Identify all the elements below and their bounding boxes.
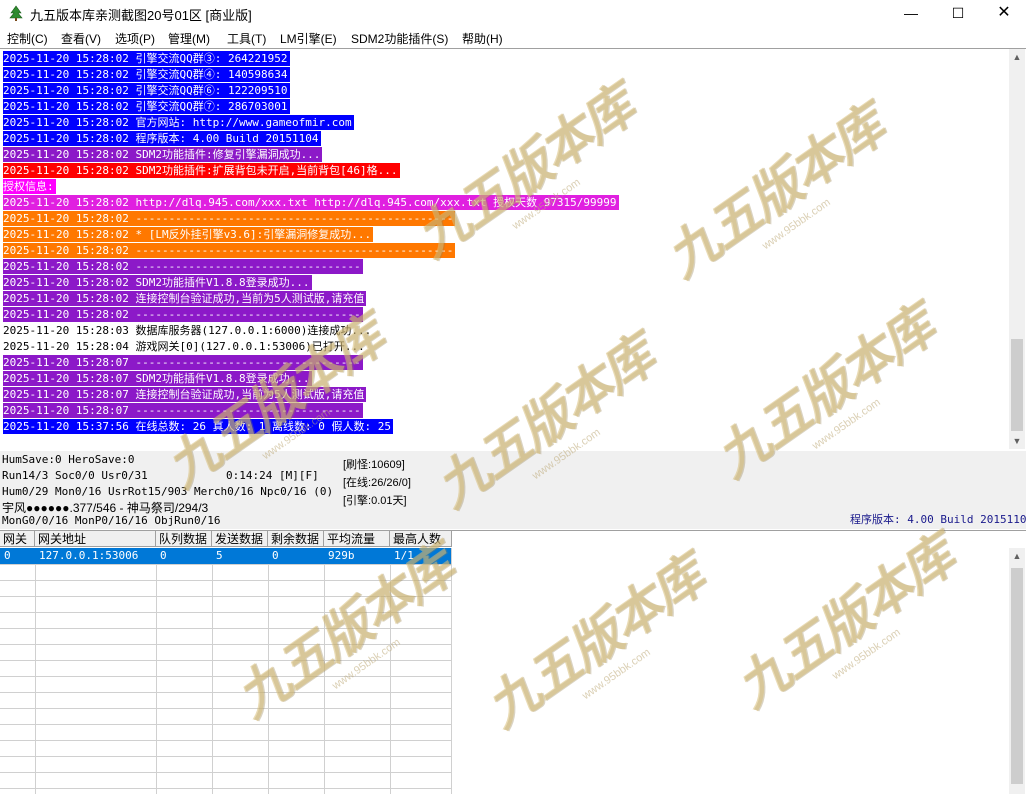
hum-mon-status: Hum0/29 Mon0/16 UsrRot15/903 Merch0/16 N… [2,485,334,498]
app-tree-icon [9,5,23,21]
status-area: HumSave:0 HeroSave:0 Run14/3 Soc0/0 Usr0… [0,451,1026,529]
col-avg-traffic[interactable]: 平均流量 [324,531,390,547]
cell-avg-traffic: 929b [328,549,355,562]
program-version: 程序版本: 4.00 Build 20151104 [850,513,1026,526]
title-bar: 九五版本库亲测截图20号01区 [商业版] — ☐ ✕ [0,0,1026,26]
col-gateway-address[interactable]: 网关地址 [35,531,156,547]
grid-col-line [156,548,157,794]
run-status: Run14/3 Soc0/0 Usr0/31 [2,469,148,482]
menu-bar: 控制(C) 查看(V) 选项(P) 管理(M) 工具(T) LM引擎(E) SD… [0,27,1026,48]
log-line: 2025-11-20 15:28:02 SDM2功能插件V1.8.8登录成功..… [3,275,312,290]
maximize-button[interactable]: ☐ [935,0,981,26]
log-line: 2025-11-20 15:28:02 http://dlq.945.com/x… [3,195,619,210]
log-line: 2025-11-20 15:28:07 --------------------… [3,403,363,418]
scroll-thumb[interactable] [1011,339,1023,431]
table-scrollbar[interactable]: ▲ [1009,548,1025,794]
menu-lm-engine[interactable]: LM引擎(E) [280,30,337,47]
hum-save-status: HumSave:0 HeroSave:0 [2,453,135,466]
grid-row-line [0,724,451,725]
gateway-table[interactable]: 网关 网关地址 队列数据 发送数据 剩余数据 平均流量 最高人数 0 127.0… [0,531,452,794]
menu-help[interactable]: 帮助(H) [462,30,503,47]
scroll-up-icon[interactable]: ▲ [1009,49,1025,65]
minimize-button[interactable]: — [888,0,934,26]
log-scrollbar[interactable]: ▲ ▼ [1009,49,1025,449]
refresh-monster-count: [刷怪:10609] [343,459,405,471]
log-line: 2025-11-20 15:28:02 --------------------… [3,211,456,226]
log-line: 2025-11-20 15:28:07 连接控制台验证成功,当前为5人测试版,请… [3,387,367,402]
log-line: 2025-11-20 15:28:02 --------------------… [3,307,363,322]
col-gateway[interactable]: 网关 [0,531,35,547]
grid-col-line [390,548,391,794]
grid-row-line [0,564,451,565]
menu-control[interactable]: 控制(C) [7,30,48,47]
log-line: 2025-11-20 15:28:02 --------------------… [3,243,456,258]
log-line: 2025-11-20 15:28:02 --------------------… [3,259,363,274]
grid-col-line [268,548,269,794]
cell-queue-data: 0 [160,549,167,562]
log-line: 2025-11-20 15:28:02 引擎交流QQ群④: 140598634 [3,67,290,82]
menu-tools[interactable]: 工具(T) [227,30,266,47]
grid-col-line [212,548,213,794]
grid-row-line [0,660,451,661]
mon-gen-status: MonG0/0/16 MonP0/16/16 ObjRun0/16 [2,514,221,527]
log-line: 授权信息: [3,179,56,194]
log-line: 2025-11-20 15:28:07 SDM2功能插件V1.8.8登录成功..… [3,371,312,386]
grid-col-line [324,548,325,794]
log-line: 2025-11-20 15:28:02 程序版本: 4.00 Build 201… [3,131,321,146]
col-send-data[interactable]: 发送数据 [212,531,268,547]
cell-max-players: 1/1 [394,549,414,562]
cell-remaining-data: 0 [272,549,279,562]
cell-send-data: 5 [216,549,223,562]
grid-row-line [0,596,451,597]
grid-col-line [35,548,36,794]
grid-row-line [0,676,451,677]
log-line: 2025-11-20 15:28:02 * [LM反外挂引擎v3.6]:引擎漏洞… [3,227,374,242]
col-queue-data[interactable]: 队列数据 [156,531,212,547]
log-line: 2025-11-20 15:28:02 引擎交流QQ群③: 264221952 [3,51,290,66]
menu-options[interactable]: 选项(P) [115,30,155,47]
menu-sdm2-plugin[interactable]: SDM2功能插件(S) [351,30,448,47]
grid-row-line [0,772,451,773]
cell-gateway: 0 [4,549,11,562]
log-line: 2025-11-20 15:28:02 SDM2功能插件:修复引擎漏洞成功... [3,147,323,162]
online-count: [在线:26/26/0] [343,477,411,489]
grid-row-line [0,628,451,629]
grid-row-line [0,708,451,709]
log-line: 2025-11-20 15:28:02 引擎交流QQ群⑥: 122209510 [3,83,290,98]
grid-row-line [0,580,451,581]
grid-row-line [0,644,451,645]
table-scroll-up-icon[interactable]: ▲ [1009,548,1025,564]
log-line: 2025-11-20 15:28:02 SDM2功能插件:扩展背包未开启,当前背… [3,163,400,178]
log-line: 2025-11-20 15:28:02 官方网站: http://www.gam… [3,115,354,130]
col-remaining-data[interactable]: 剩余数据 [268,531,324,547]
table-scroll-thumb[interactable] [1011,568,1023,784]
close-button[interactable]: ✕ [981,0,1026,26]
grid-row-line [0,756,451,757]
grid-row-line [0,612,451,613]
engine-days: [引擎:0.01天] [343,495,407,507]
scroll-down-icon[interactable]: ▼ [1009,433,1025,449]
menu-view[interactable]: 查看(V) [61,30,101,47]
log-line: 2025-11-20 15:37:56 在线总数: 26 真人数: 1 离线数:… [3,419,394,434]
log-line: 2025-11-20 15:28:04 游戏网关[0](127.0.0.1:53… [3,340,365,353]
grid-row-line [0,692,451,693]
menu-manage[interactable]: 管理(M) [168,30,210,47]
log-line: 2025-11-20 15:28:07 --------------------… [3,355,363,370]
grid-col-line [451,548,452,794]
log-line: 2025-11-20 15:28:02 连接控制台验证成功,当前为5人测试版,请… [3,291,367,306]
grid-row-line [0,788,451,789]
window-title: 九五版本库亲测截图20号01区 [商业版] [30,8,252,23]
cell-gateway-address: 127.0.0.1:53006 [39,549,139,562]
uptime-status: 0:14:24 [M][F] [226,469,319,482]
col-max-players[interactable]: 最高人数 [390,531,452,547]
log-pane[interactable]: 2025-11-20 15:28:02 引擎交流QQ群③: 264221952 2… [0,48,1026,452]
gateway-table-area: 网关 网关地址 队列数据 发送数据 剩余数据 平均流量 最高人数 0 127.0… [0,530,1026,794]
log-line: 2025-11-20 15:28:02 引擎交流QQ群⑦: 286703001 [3,99,290,114]
log-line: 2025-11-20 15:28:03 数据库服务器(127.0.0.1:600… [3,324,372,337]
grid-row-line [0,740,451,741]
